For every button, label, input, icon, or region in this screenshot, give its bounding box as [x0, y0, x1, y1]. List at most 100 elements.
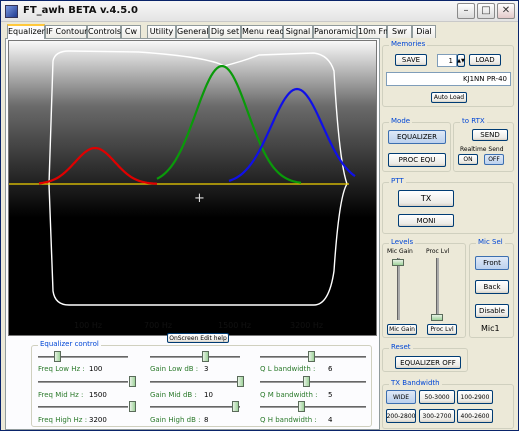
tab-cw[interactable]: Cw — [121, 25, 141, 38]
gain-low-slider[interactable] — [150, 356, 240, 358]
ptt-group: PTT TX MONI — [382, 177, 514, 234]
eq-curves — [9, 50, 356, 306]
tx-bandwidth-group: TX Bandwidth WIDE 50-3000 100-2900 200-2… — [382, 379, 514, 429]
tab-if-contour[interactable]: IF Contour — [45, 25, 87, 38]
freq-low-thumb[interactable] — [54, 351, 61, 362]
tab-dial[interactable]: Dial — [412, 25, 436, 38]
gain-high-label: Gain High dB : — [150, 416, 201, 424]
bw-wide-button[interactable]: WIDE — [386, 390, 416, 404]
bw-100-2900-button[interactable]: 100-2900 — [457, 390, 493, 404]
q-low-value: 6 — [328, 365, 333, 373]
memory-slot-spinner[interactable]: ▲▼ — [457, 54, 465, 67]
q-low-thumb[interactable] — [308, 351, 315, 362]
tab-10m-fm[interactable]: 10m Fm — [357, 25, 391, 38]
freq-low-value: 100 — [89, 365, 103, 373]
window-title: FT_awh BETA v.4.5.0 — [23, 5, 138, 16]
auto-load-button[interactable]: Auto Load — [431, 92, 467, 103]
bw-50-3000-button[interactable]: 50-3000 — [419, 390, 455, 404]
load-button[interactable]: LOAD — [469, 54, 501, 66]
gain-high-slider[interactable] — [150, 406, 240, 408]
realtime-on-button[interactable]: ON — [458, 154, 478, 165]
gain-high-value: 8 — [204, 416, 209, 424]
equalizer-control-title: Equalizer control — [38, 340, 101, 348]
ptt-title: PTT — [389, 177, 406, 185]
x-tick-100: 100 Hz — [74, 321, 103, 330]
x-tick-700: 700 Hz — [144, 321, 173, 330]
equalizer-off-button[interactable]: EQUALIZER OFF — [395, 356, 461, 369]
levels-group: Levels Mic Gain Proc Lvl Mic Gain Proc L… — [382, 238, 466, 338]
realtime-off-button[interactable]: OFF — [484, 154, 504, 165]
freq-mid-label: Freq Mid Hz : — [38, 391, 84, 399]
eq-response-plot[interactable]: + — [8, 40, 377, 336]
app-window: FT_awh BETA v.4.5.0 – □ ✕ Equalizer IF C… — [0, 0, 519, 431]
tab-general[interactable]: General — [176, 25, 209, 38]
close-button[interactable]: ✕ — [497, 3, 515, 19]
proc-lvl-button[interactable]: Proc Lvl — [427, 324, 457, 335]
tx-button[interactable]: TX — [398, 190, 454, 207]
tab-swr[interactable]: Swr — [387, 25, 412, 38]
gain-mid-thumb[interactable] — [237, 376, 244, 387]
tab-controls[interactable]: Controls — [87, 25, 121, 38]
freq-high-slider[interactable] — [38, 406, 128, 408]
q-mid-thumb[interactable] — [303, 376, 310, 387]
equalizer-mode-button[interactable]: EQUALIZER — [388, 130, 446, 144]
mic-gain-slider[interactable] — [397, 258, 400, 320]
crosshair-cursor: + — [194, 191, 205, 206]
tab-panoramic[interactable]: Panoramic — [313, 25, 357, 38]
equalizer-control-group: Equalizer control Freq Low Hz : 100 Gain… — [31, 340, 372, 427]
reset-group: Reset EQUALIZER OFF — [382, 343, 468, 372]
bw-300-2700-button[interactable]: 300-2700 — [419, 409, 455, 423]
memory-name-field[interactable]: KJ1NN PR-40 — [386, 72, 511, 86]
app-icon — [5, 5, 18, 18]
to-rtx-group: to RTX SEND Realtime Send ON OFF — [453, 117, 514, 172]
freq-mid-slider[interactable] — [38, 381, 128, 383]
tab-utility[interactable]: Utility — [147, 25, 176, 38]
q-high-label: Q H bandwidth : — [260, 416, 317, 424]
gain-high-thumb[interactable] — [232, 401, 239, 412]
q-high-thumb[interactable] — [298, 401, 305, 412]
bw-200-2800-button[interactable]: 200-2800 — [386, 409, 416, 423]
mic-gain-button[interactable]: Mic Gain — [387, 324, 417, 335]
levels-title: Levels — [389, 238, 416, 246]
send-button[interactable]: SEND — [472, 129, 508, 141]
gain-mid-slider[interactable] — [150, 381, 240, 383]
gain-low-thumb[interactable] — [202, 351, 209, 362]
x-tick-3200: 3200 Hz — [290, 321, 324, 330]
freq-high-thumb[interactable] — [129, 401, 136, 412]
mode-title: Mode — [389, 117, 413, 125]
mic-disable-button[interactable]: Disable — [475, 304, 509, 318]
maximize-button[interactable]: □ — [477, 3, 495, 19]
bw-400-2600-button[interactable]: 400-2600 — [457, 409, 493, 423]
freq-low-label: Freq Low Hz : — [38, 365, 85, 373]
memories-group: Memories SAVE 1 ▲▼ LOAD KJ1NN PR-40 Auto… — [382, 40, 514, 107]
freq-mid-thumb[interactable] — [129, 376, 136, 387]
tab-signal[interactable]: Signal — [283, 25, 313, 38]
equalizer-panel: + 100 Hz 700 Hz 1500 Hz 3200 Hz OnScreen… — [5, 38, 380, 430]
mic-gain-label: Mic Gain — [387, 248, 413, 255]
moni-button[interactable]: MONI — [398, 214, 454, 227]
memory-slot-input[interactable]: 1 — [437, 54, 457, 67]
tab-equalizer[interactable]: Equalizer — [7, 24, 45, 39]
proc-lvl-slider[interactable] — [436, 258, 439, 320]
mode-group: Mode EQUALIZER PROC EQU — [382, 117, 451, 172]
mic-front-button[interactable]: Front — [475, 256, 509, 270]
mic-back-button[interactable]: Back — [475, 280, 509, 294]
minimize-button[interactable]: – — [457, 3, 475, 19]
tab-menu-read[interactable]: Menu read — [241, 25, 285, 38]
title-bar[interactable]: FT_awh BETA v.4.5.0 – □ ✕ — [1, 1, 518, 22]
q-high-value: 4 — [328, 416, 333, 424]
q-high-slider[interactable] — [260, 406, 366, 408]
gain-mid-label: Gain Mid dB : — [150, 391, 197, 399]
onscreen-edit-help-button[interactable]: OnScreen Edit help — [167, 333, 229, 343]
proc-equ-mode-button[interactable]: PROC EQU — [388, 153, 446, 167]
mic-gain-thumb[interactable] — [392, 259, 404, 266]
tab-dig-set[interactable]: Dig set — [209, 25, 241, 38]
proc-lvl-label: Proc Lvl — [426, 248, 450, 255]
freq-low-slider[interactable] — [38, 356, 128, 358]
proc-lvl-thumb[interactable] — [431, 314, 443, 321]
mic-sel-group: Mic Sel Front Back Disable Mic1 — [469, 238, 514, 338]
save-button[interactable]: SAVE — [395, 54, 427, 66]
q-mid-slider[interactable] — [260, 381, 366, 383]
mic-sel-title: Mic Sel — [476, 238, 505, 246]
mic-current-label: Mic1 — [481, 324, 500, 333]
